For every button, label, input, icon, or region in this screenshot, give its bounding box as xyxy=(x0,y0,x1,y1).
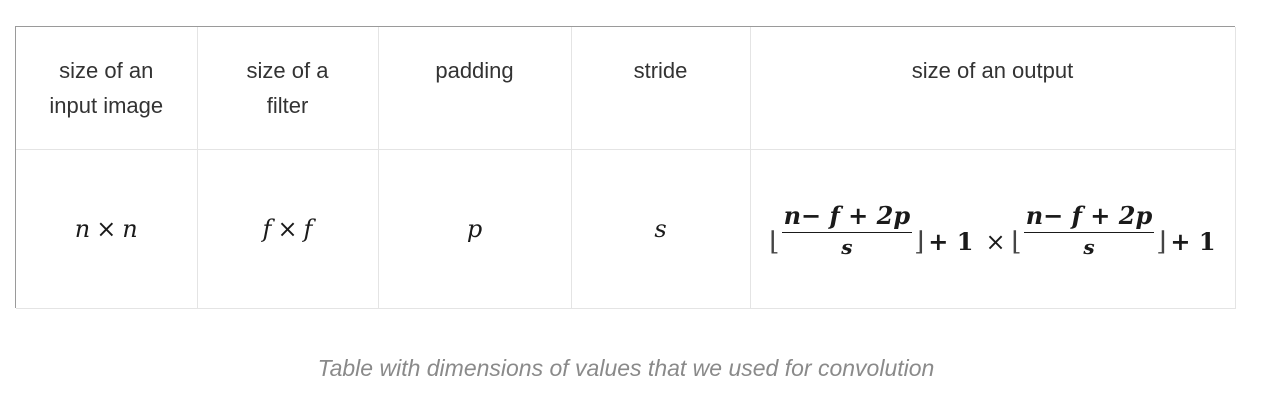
header-line: size of an xyxy=(59,58,154,83)
cell-padding: p xyxy=(378,149,572,309)
header-output: size of an output xyxy=(750,27,1236,150)
floor-open-symbol: ⌊ xyxy=(769,226,780,257)
header-line: filter xyxy=(266,93,309,118)
fraction-denominator: s xyxy=(1083,234,1095,259)
filter-size-expression: f × f xyxy=(263,215,313,243)
times-symbol: × xyxy=(96,214,117,243)
var-p: p xyxy=(466,214,483,243)
output-size-formula: ⌊ n− f + 2p s ⌋ + 1 × ⌊ n− f + 2p s ⌋ + … xyxy=(769,201,1216,271)
var-n: n xyxy=(74,214,91,243)
header-line: size of a xyxy=(246,58,329,83)
plus-one: + 1 xyxy=(1170,227,1216,256)
fraction-numerator: n− f + 2p xyxy=(1023,201,1155,233)
header-line: stride xyxy=(633,58,688,83)
floor-close-symbol: ⌋ xyxy=(914,226,925,257)
padding-expression: p xyxy=(467,215,482,243)
cell-output-size: ⌊ n− f + 2p s ⌋ + 1 × ⌊ n− f + 2p s ⌋ + … xyxy=(750,149,1236,309)
header-padding: padding xyxy=(378,27,572,150)
fraction: n− f + 2p s xyxy=(781,201,913,259)
table-caption: Table with dimensions of values that we … xyxy=(317,355,935,381)
floor-open-symbol: ⌊ xyxy=(1011,226,1022,257)
input-size-expression: n × n xyxy=(75,215,138,243)
header-line: size of an output xyxy=(911,58,1074,83)
var-n: n xyxy=(122,214,138,243)
plus-one: + 1 xyxy=(928,227,974,256)
header-input-image: size of an input image xyxy=(16,27,198,150)
header-line: padding xyxy=(435,58,514,83)
table-header-row: size of an input image size of a filter … xyxy=(16,27,1236,150)
cell-stride: s xyxy=(571,149,751,309)
table-row: n × n f × f p s ⌊ n− f + 2p s ⌋ + 1 × ⌊ … xyxy=(16,149,1236,309)
var-f: f xyxy=(303,214,313,243)
fraction-numerator: n− f + 2p xyxy=(781,201,913,233)
cell-filter-size: f × f xyxy=(197,149,379,309)
floor-close-symbol: ⌋ xyxy=(1156,226,1167,257)
stride-expression: s xyxy=(654,215,666,243)
fraction-denominator: s xyxy=(841,234,853,259)
header-filter: size of a filter xyxy=(197,27,379,150)
times-symbol: × xyxy=(277,214,298,243)
fraction: n− f + 2p s xyxy=(1023,201,1155,259)
header-stride: stride xyxy=(571,27,751,150)
convolution-dimensions-table: size of an input image size of a filter … xyxy=(15,26,1236,309)
times-symbol: × xyxy=(985,227,1006,256)
cell-input-size: n × n xyxy=(16,149,198,309)
header-line: input image xyxy=(49,93,164,118)
var-s: s xyxy=(654,214,667,243)
